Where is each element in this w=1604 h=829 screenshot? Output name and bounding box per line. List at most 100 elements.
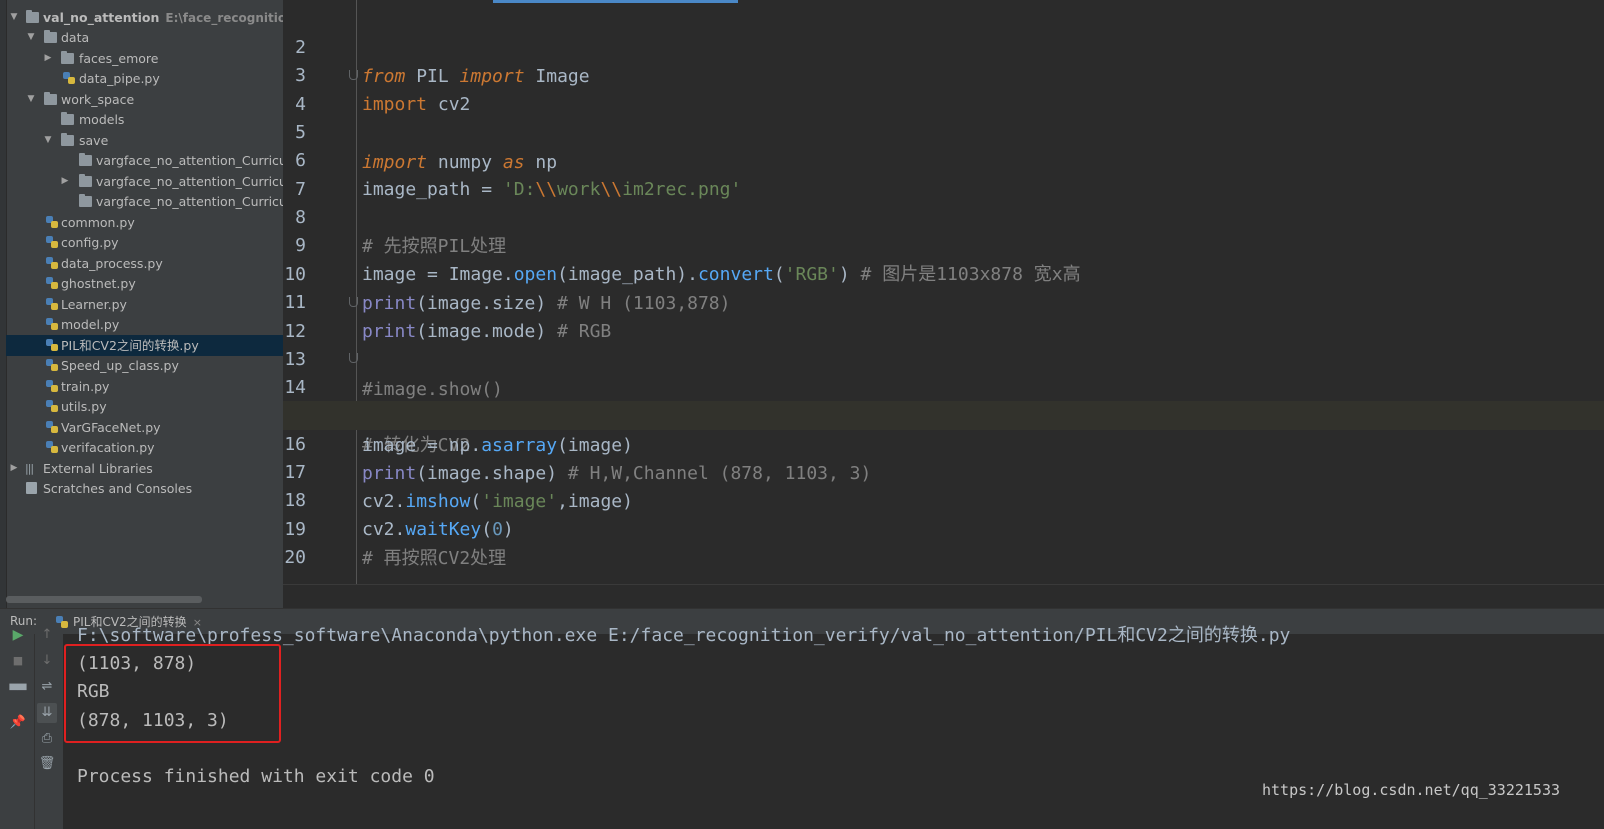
tree-item-verifacation[interactable]: verifacation.py bbox=[6, 437, 283, 458]
tree-item-label: PIL和CV2之间的转换.py bbox=[61, 338, 199, 353]
tree-item-model[interactable]: model.py bbox=[6, 314, 283, 335]
expand-triangle-icon[interactable]: ▼ bbox=[8, 7, 20, 28]
code-line[interactable]: 12 #image.show() bbox=[283, 288, 1604, 400]
tree-item-label: External Libraries bbox=[43, 461, 153, 476]
tree-item-train[interactable]: train.py bbox=[6, 376, 283, 397]
tree-item-scratches[interactable]: Scratches and Consoles bbox=[6, 478, 283, 499]
tree-item-vargface-1[interactable]: vargface_no_attention_Curricular bbox=[6, 150, 283, 171]
python-file-icon bbox=[46, 277, 58, 290]
tree-root-val-no-attention[interactable]: ▼ val_no_attention E:\face_recognition_ve… bbox=[6, 7, 283, 28]
tree-item-label: train.py bbox=[61, 379, 110, 394]
code-line-current[interactable]: 16 print(image.shape) # H,W,Channel (878… bbox=[283, 401, 1604, 484]
pin-icon[interactable]: 📌 bbox=[8, 713, 28, 733]
fold-marker-icon[interactable] bbox=[349, 353, 358, 363]
tree-item-pil-cv2-selected[interactable]: PIL和CV2之间的转换.py bbox=[6, 335, 283, 356]
watermark-text: https://blog.csdn.net/qq_33221533 bbox=[1261, 781, 1560, 799]
code-line[interactable]: 10 print(image.size) # W H (1103,878) bbox=[283, 231, 1604, 314]
code-line[interactable]: 5 bbox=[283, 89, 1604, 143]
python-file-icon bbox=[46, 380, 58, 393]
code-line[interactable]: 19 # 再按照CV2处理 bbox=[283, 486, 1604, 569]
expand-triangle-icon[interactable]: ▼ bbox=[25, 89, 37, 110]
tree-item-label: VarGFaceNet.py bbox=[61, 420, 161, 435]
expand-triangle-icon[interactable]: ▼ bbox=[25, 27, 37, 48]
tree-item-label: save bbox=[79, 133, 109, 148]
code-line[interactable]: 7 bbox=[283, 146, 1604, 200]
tree-item-models[interactable]: models bbox=[6, 109, 283, 130]
folder-icon bbox=[44, 92, 57, 105]
code-line[interactable]: 13 bbox=[283, 316, 1604, 370]
tree-item-faces-emore[interactable]: ▶ faces_emore bbox=[6, 48, 283, 69]
tree-item-label: faces_emore bbox=[79, 51, 159, 66]
code-line[interactable]: 18 cv2.waitKey(0) bbox=[283, 457, 1604, 540]
tree-item-label: Learner.py bbox=[61, 297, 127, 312]
toolbar-separator bbox=[34, 634, 35, 829]
print-icon[interactable]: ⎙ bbox=[37, 729, 57, 749]
python-file-icon bbox=[46, 257, 58, 270]
tree-item-label: data_process.py bbox=[61, 256, 163, 271]
tree-item-data-pipe[interactable]: data_pipe.py bbox=[6, 68, 283, 89]
tree-root-path: E:\face_recognition_ver bbox=[165, 11, 283, 25]
tree-item-data[interactable]: ▼ data bbox=[6, 27, 283, 48]
python-file-icon bbox=[46, 421, 58, 434]
tree-item-speed-up-class[interactable]: Speed_up_class.py bbox=[6, 355, 283, 376]
tree-item-ghostnet[interactable]: ghostnet.py bbox=[6, 273, 283, 294]
folder-icon bbox=[61, 133, 74, 146]
code-line[interactable]: 3 import cv2 bbox=[283, 32, 1604, 115]
code-line[interactable]: 17 cv2.imshow('image',image) bbox=[283, 429, 1604, 512]
collapse-triangle-icon[interactable]: ▶ bbox=[59, 171, 71, 192]
expand-triangle-icon[interactable]: ▼ bbox=[42, 130, 54, 151]
tree-item-label: common.py bbox=[61, 215, 135, 230]
tree-item-label: models bbox=[79, 112, 125, 127]
layout-icon[interactable]: ▀▀ bbox=[8, 681, 28, 701]
tree-item-vargface-2[interactable]: ▶ vargface_no_attention_Curricular bbox=[6, 171, 283, 192]
tree-item-config[interactable]: config.py bbox=[6, 232, 283, 253]
tree-item-save[interactable]: ▼ save bbox=[6, 130, 283, 151]
code-line[interactable]: 11 print(image.mode) # RGB bbox=[283, 259, 1604, 342]
code-line[interactable]: 2 from PIL import Image bbox=[283, 4, 1604, 87]
tree-item-learner[interactable]: Learner.py bbox=[6, 294, 283, 315]
tree-item-label: vargface_no_attention_Curricular bbox=[96, 153, 283, 168]
down-arrow-icon[interactable]: ↓ bbox=[37, 651, 57, 671]
project-horizontal-scrollbar[interactable] bbox=[6, 596, 202, 603]
code-line[interactable]: 6 image_path = 'D:\\work\\im2rec.png' bbox=[283, 117, 1604, 200]
fold-marker-icon[interactable] bbox=[349, 297, 358, 307]
code-line[interactable]: 14 # 转化为CV2 bbox=[283, 344, 1604, 456]
code-line[interactable]: 9 image = Image.open(image_path).convert… bbox=[283, 202, 1604, 285]
folder-icon bbox=[44, 30, 57, 43]
editor-bottom-bar bbox=[283, 584, 1604, 608]
rerun-icon[interactable]: ▶ bbox=[8, 625, 28, 645]
fold-marker-icon[interactable] bbox=[349, 70, 358, 80]
trash-icon[interactable]: 🗑 bbox=[37, 754, 57, 774]
code-line[interactable]: 4 import numpy as np bbox=[283, 61, 1604, 173]
tree-item-label: data_pipe.py bbox=[79, 71, 160, 86]
tree-item-vargfacenet[interactable]: VarGFaceNet.py bbox=[6, 417, 283, 438]
tree-item-external-libraries[interactable]: ▶ ||| External Libraries bbox=[6, 458, 283, 479]
tree-item-common[interactable]: common.py bbox=[6, 212, 283, 233]
tree-item-work-space[interactable]: ▼ work_space bbox=[6, 89, 283, 110]
tree-item-label: data bbox=[61, 30, 90, 45]
python-run-icon bbox=[56, 616, 68, 629]
code-editor[interactable]: 2 from PIL import Image 3 import cv2 4 i… bbox=[283, 0, 1604, 608]
python-file-icon bbox=[46, 216, 58, 229]
collapse-triangle-icon[interactable]: ▶ bbox=[8, 458, 20, 479]
stop-icon[interactable]: ■ bbox=[8, 651, 28, 671]
scroll-to-end-icon[interactable]: ⇊ bbox=[37, 703, 57, 723]
tree-item-data-process[interactable]: data_process.py bbox=[6, 253, 283, 274]
code-line[interactable]: 8 # 先按照PIL处理 bbox=[283, 174, 1604, 257]
tree-item-vargface-3[interactable]: vargface_no_attention_Curricular bbox=[6, 191, 283, 212]
python-file-icon bbox=[46, 400, 58, 413]
tree-item-label: verifacation.py bbox=[61, 440, 155, 455]
tree-item-label: vargface_no_attention_Curricular bbox=[96, 174, 283, 189]
project-tool-window: ▼ val_no_attention E:\face_recognition_ve… bbox=[0, 0, 283, 608]
run-console[interactable]: F:\software\profess_software\Anaconda\py… bbox=[63, 625, 1604, 829]
collapse-triangle-icon[interactable]: ▶ bbox=[42, 48, 54, 69]
tree-item-label: model.py bbox=[61, 317, 120, 332]
folder-icon bbox=[79, 174, 92, 187]
up-arrow-icon[interactable]: ↑ bbox=[37, 625, 57, 645]
code-line[interactable]: 20 bbox=[283, 514, 1604, 568]
tree-item-label: Scratches and Consoles bbox=[43, 481, 193, 496]
tree-item-utils[interactable]: utils.py bbox=[6, 396, 283, 417]
soft-wrap-icon[interactable]: ⇌ bbox=[37, 677, 57, 697]
highlight-box-annotation bbox=[64, 644, 281, 743]
code-line[interactable]: 15 image = np.asarray(image) bbox=[283, 373, 1604, 456]
